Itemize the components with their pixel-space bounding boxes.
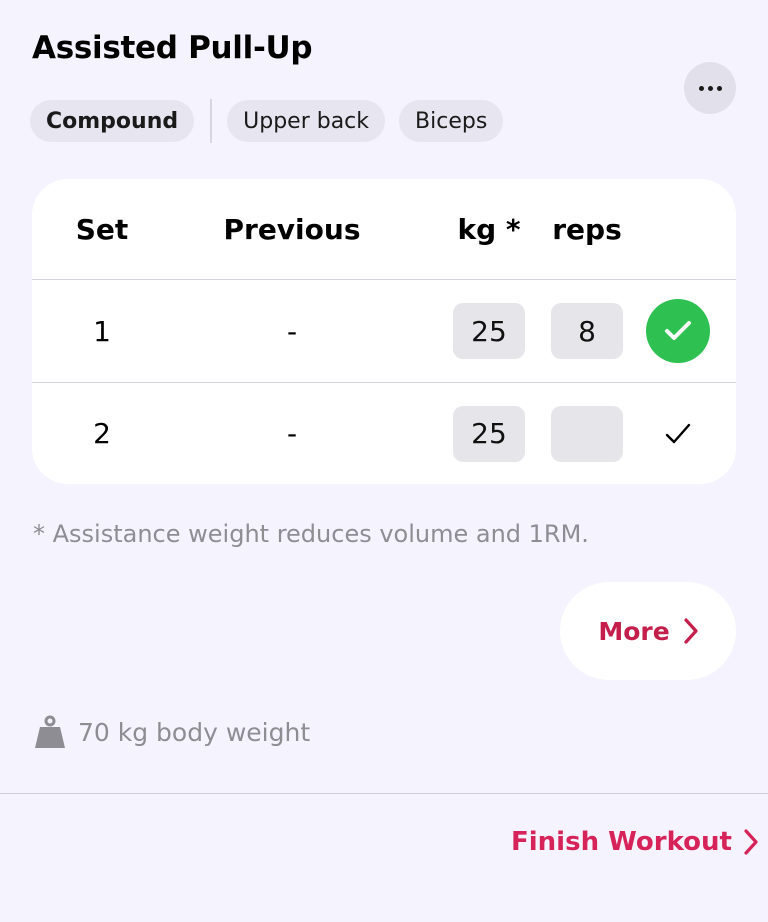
previous-value: - — [286, 314, 298, 348]
reps-input[interactable]: 8 — [551, 303, 623, 359]
divider — [0, 793, 768, 794]
ellipsis-dot — [716, 85, 722, 91]
header-previous: Previous — [223, 212, 361, 246]
tag-compound[interactable]: Compound — [30, 100, 195, 142]
table-header: Set Previous kg * reps — [32, 179, 736, 280]
more-button-label: More — [598, 616, 670, 646]
finish-workout-label: Finish Workout — [511, 827, 732, 857]
weight-icon — [35, 715, 65, 748]
set-number: 1 — [93, 314, 111, 348]
complete-set-button[interactable] — [646, 402, 710, 466]
tag-divider — [210, 99, 213, 143]
assistance-footnote: * Assistance weight reduces volume and 1… — [33, 520, 589, 548]
exercise-tags: Compound Upper back Biceps — [30, 99, 504, 143]
table-row: 2 - 25 — [32, 383, 736, 484]
sets-table: Set Previous kg * reps 1 - 25 8 2 - 25 — [32, 179, 736, 484]
kg-input[interactable]: 25 — [453, 405, 525, 462]
more-options-button[interactable] — [684, 62, 736, 114]
finish-workout-button[interactable]: Finish Workout — [511, 822, 758, 862]
body-weight-text: 70 kg body weight — [78, 717, 311, 747]
chevron-right-icon — [744, 829, 758, 855]
checkmark-icon — [665, 423, 691, 443]
chevron-right-icon — [684, 618, 698, 644]
kg-input[interactable]: 25 — [453, 303, 525, 359]
header-reps: reps — [552, 212, 622, 246]
checkmark-icon — [665, 321, 691, 340]
header-kg: kg * — [457, 212, 521, 246]
more-button[interactable]: More — [560, 582, 736, 680]
body-weight-row: 70 kg body weight — [34, 712, 310, 752]
set-number: 2 — [93, 417, 111, 450]
tag-biceps[interactable]: Biceps — [399, 100, 504, 142]
tag-upper-back[interactable]: Upper back — [227, 100, 386, 142]
ellipsis-dot — [707, 85, 713, 91]
header-set: Set — [75, 212, 129, 246]
table-row: 1 - 25 8 — [32, 280, 736, 383]
complete-set-button[interactable] — [646, 299, 710, 363]
previous-value: - — [286, 417, 298, 450]
exercise-title: Assisted Pull-Up — [32, 30, 313, 66]
reps-input[interactable] — [551, 405, 623, 462]
ellipsis-icon — [698, 85, 704, 91]
